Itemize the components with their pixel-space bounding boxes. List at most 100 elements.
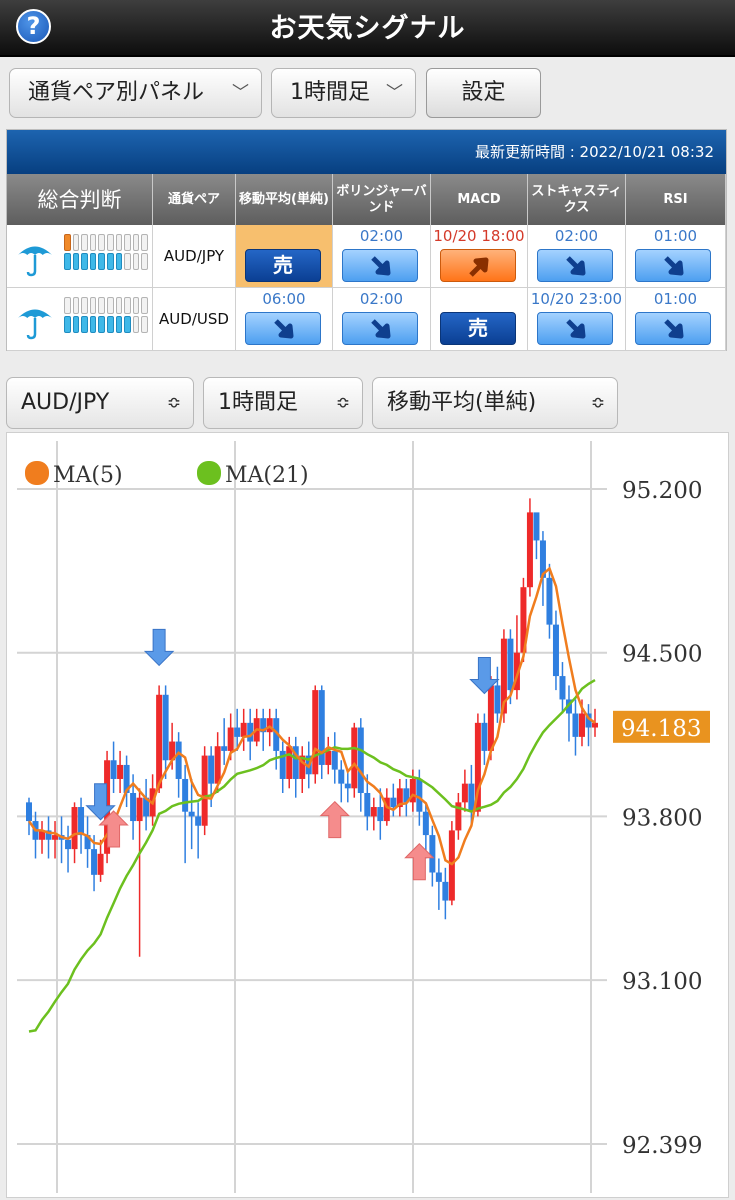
candle-body [26,802,32,822]
gauge-segment [64,253,71,270]
gauge-segment [106,253,114,270]
signal-gauge [64,234,148,272]
gauge-segment [132,316,140,333]
signal-cell: 売 [236,225,333,288]
signal-cell: 02:00 [528,225,626,288]
candle-body [552,624,559,677]
signal-gauge [64,297,148,335]
header-rsi: RSI [626,174,726,225]
chevron-updown-icon: ≎ [335,393,350,413]
gauge-segment [72,253,80,270]
candle-body [97,853,104,875]
candle-body [487,685,494,751]
down-arrow-button[interactable] [635,249,711,282]
gauge-segment [89,297,97,314]
header-ma: 移動平均(単純) [236,174,333,225]
arrow-up-right-icon [469,257,489,277]
gauge-segment [81,234,88,251]
candle-body [331,750,338,770]
chart-canvas: 95.200 94.500 93.800 93.100 92.399 MA(5) MA(21… [17,441,710,1193]
signal-cell: 10/20 23:00 [528,288,626,351]
header-stochastics: ストキャスティクス [528,174,626,225]
last-updated: 最新更新時間 : 2022/10/21 08:32 [7,130,726,174]
ma21-line [28,679,596,1033]
gauge-segment [81,316,88,333]
candle-body [481,722,488,751]
signal-time: 02:00 [359,290,404,308]
header-bollinger: ボリンジャーバンド [333,174,431,225]
gauge-segment [64,297,71,314]
down-arrow-button[interactable] [245,312,321,345]
chart-timeframe-select[interactable]: 1時間足 ≎ [203,377,363,429]
signal-time: 02:00 [554,227,599,245]
settings-button[interactable]: 設定 [426,68,541,118]
sell-signal-button[interactable]: 売 [440,312,516,345]
gauge-segment [124,316,131,333]
candle-body [325,750,332,765]
gauge-segment [89,253,97,270]
candle-body [507,638,514,691]
candle-body [227,727,234,751]
candle-body [338,769,345,784]
candle-body [435,872,442,882]
gauge-segment [141,297,148,314]
chart-indicator-select[interactable]: 移動平均(単純) ≎ [372,377,618,429]
pair-label: AUD/USD [153,288,236,351]
candle-body [442,881,449,901]
gauge-segment [124,234,131,251]
arrow-down-right-icon [371,256,391,276]
signal-time: 01:00 [653,290,698,308]
gauge-segment [98,297,105,314]
down-arrow-button[interactable] [342,249,418,282]
chevron-down-icon: ﹀ [386,83,403,103]
candle-body [162,694,169,761]
chevron-updown-icon: ≎ [166,393,181,413]
chevron-updown-icon: ≎ [590,393,605,413]
header-macd: MACD [431,174,528,225]
candle-body [182,778,189,812]
gauge-segment [72,234,80,251]
candle-body [65,839,72,850]
signal-cell: 売 [431,288,528,351]
gauge-segment [115,234,123,251]
down-arrow-button[interactable] [537,312,613,345]
signal-time: 10/20 18:00 [433,227,525,245]
panel-select[interactable]: 通貨ペア別パネル ﹀ [9,68,262,118]
arrow-down-right-icon [664,319,684,339]
legend-label: MA(21) [225,463,309,488]
gauge-segment [89,316,97,333]
up-arrow-button[interactable] [440,249,516,282]
header-overall: 総合判断 [7,174,153,225]
overall-judgement [7,225,153,288]
y-tick-label: 93.800 [622,805,702,831]
candle-body [364,792,371,817]
current-price-label: 94.183 [621,716,701,742]
price-chart[interactable]: 95.200 94.500 93.800 93.100 92.399 MA(5) MA(21… [6,432,729,1198]
gauge-segment [115,316,123,333]
down-arrow-button[interactable] [537,249,613,282]
gauge-segment [72,316,80,333]
candle-body [78,807,85,836]
page-title: お天気シグナル [269,13,466,44]
sell-signal-button[interactable]: 売 [245,249,321,282]
candle-body [351,727,358,789]
gauge-segment [106,234,114,251]
sell-arrow-icon [469,656,500,695]
signal-cell: 02:00 [333,288,431,351]
signal-time: 06:00 [262,290,306,308]
arrow-down-right-icon [566,256,586,276]
gauge-segment [72,297,80,314]
chart-pair-select[interactable]: AUD/JPY ≎ [6,377,194,429]
down-arrow-button[interactable] [635,312,711,345]
gauge-segment [81,297,88,314]
pair-label: AUD/JPY [153,225,236,288]
chart-indicator-value: 移動平均(単純) [387,390,537,415]
candle-body [592,722,598,728]
candle-body [156,694,163,789]
down-arrow-button[interactable] [342,312,418,345]
legend-swatch [197,461,221,485]
gauge-segment [98,253,105,270]
header-pair: 通貨ペア [153,174,236,225]
signal-panel: 最新更新時間 : 2022/10/21 08:32 総合判断 通貨ペア 移動平均… [6,129,727,351]
timeframe-select[interactable]: 1時間足 ﹀ [271,68,416,118]
